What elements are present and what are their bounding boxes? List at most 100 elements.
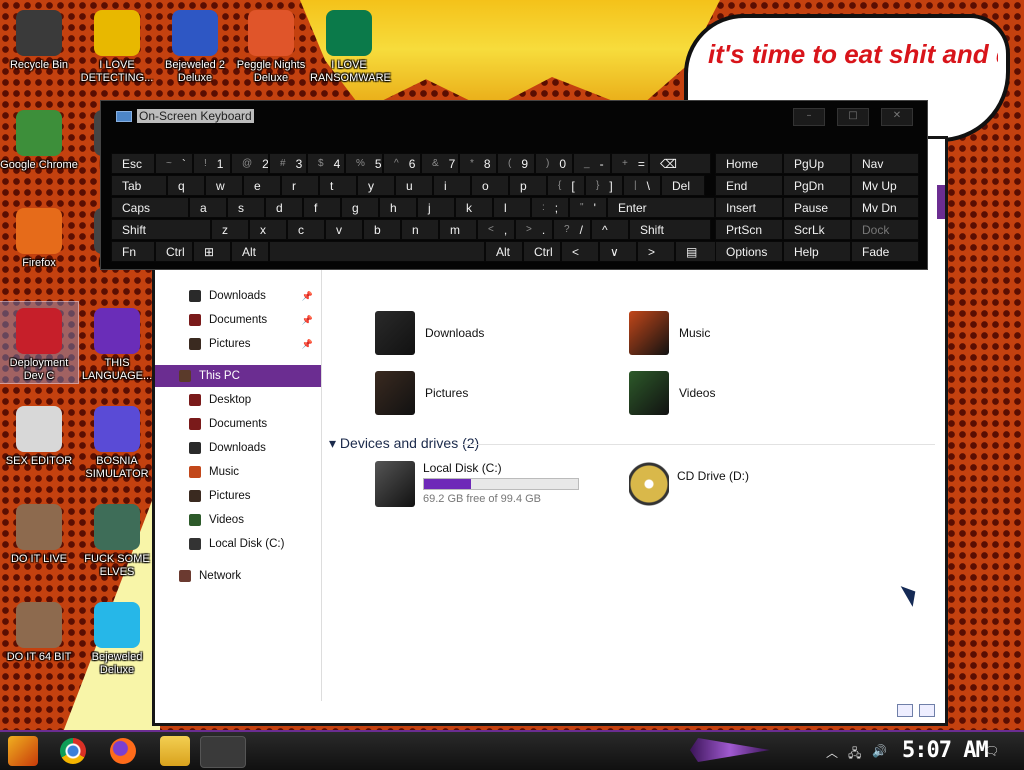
key[interactable]: Enter — [607, 197, 715, 218]
key[interactable]: g — [341, 197, 379, 218]
key[interactable]: $4 — [307, 153, 345, 174]
minimize-button[interactable]: – — [793, 108, 825, 126]
key[interactable]: Home — [715, 153, 783, 174]
key[interactable]: Alt — [485, 241, 523, 262]
key[interactable]: l — [493, 197, 531, 218]
desktop-icon[interactable]: I LOVE DETECTING... — [78, 4, 156, 85]
devices-header[interactable]: ▾ Devices and drives (2) — [329, 435, 479, 452]
key[interactable]: v — [325, 219, 363, 240]
key[interactable]: ? / — [553, 219, 591, 240]
key[interactable]: ScrLk — [783, 219, 851, 240]
key[interactable]: ∨ — [599, 241, 637, 262]
key[interactable]: Esc — [111, 153, 155, 174]
key[interactable]: Mv Up — [851, 175, 919, 196]
key[interactable]: >. — [515, 219, 553, 240]
key[interactable]: Shift — [629, 219, 711, 240]
key[interactable]: Caps — [111, 197, 189, 218]
key[interactable]: k — [455, 197, 493, 218]
nav-item[interactable]: This PC — [155, 365, 321, 387]
key[interactable]: <, — [477, 219, 515, 240]
key[interactable]: m — [439, 219, 477, 240]
key[interactable]: ▤ — [675, 241, 719, 262]
key[interactable]: e — [243, 175, 281, 196]
key[interactable]: o — [471, 175, 509, 196]
folder-item[interactable]: Videos — [629, 371, 715, 415]
drive-d[interactable]: CD Drive (D:) — [629, 461, 749, 507]
key[interactable]: a — [189, 197, 227, 218]
key[interactable]: % 5 — [345, 153, 383, 174]
drive-c[interactable]: Local Disk (C:) 69.2 GB free of 99.4 GB — [375, 461, 579, 507]
key[interactable]: " ' — [569, 197, 607, 218]
collapse-chevron-icon[interactable]: ▾ — [329, 435, 336, 451]
key[interactable]: End — [715, 175, 783, 196]
desktop-icon[interactable]: THIS LANGUAGE... — [78, 302, 156, 383]
key[interactable]: ^ 6 — [383, 153, 421, 174]
start-button[interactable] — [8, 736, 38, 766]
nav-item[interactable]: Local Disk (C:) — [155, 533, 321, 555]
key[interactable]: ^ — [591, 219, 629, 240]
desktop-icon[interactable]: Deployment Dev C — [0, 301, 79, 384]
key[interactable]: f — [303, 197, 341, 218]
key[interactable]: Del — [661, 175, 705, 196]
key[interactable]: * 8 — [459, 153, 497, 174]
key[interactable]: {[ — [547, 175, 585, 196]
details-view-icon[interactable] — [897, 704, 913, 717]
key[interactable]: Tab — [111, 175, 167, 196]
key[interactable]: Fade — [851, 241, 919, 262]
desktop-icon[interactable]: Peggle Nights Deluxe — [232, 4, 310, 85]
large-icons-view-icon[interactable] — [919, 704, 935, 717]
key[interactable]: s — [227, 197, 265, 218]
nav-item[interactable]: Pictures 📌 — [155, 333, 321, 355]
key[interactable]: Alt — [231, 241, 269, 262]
key[interactable]: Help — [783, 241, 851, 262]
maximize-button[interactable]: □ — [837, 108, 869, 126]
key[interactable]: Ctrl — [155, 241, 193, 262]
key[interactable]: c — [287, 219, 325, 240]
key[interactable]: ⊞ — [193, 241, 231, 262]
desktop-icon[interactable]: Recycle Bin — [0, 4, 78, 72]
key[interactable]: y — [357, 175, 395, 196]
key[interactable]: & 7 — [421, 153, 459, 174]
volume-icon[interactable]: 🔊 — [872, 744, 887, 758]
taskbar-osk-icon[interactable] — [200, 736, 246, 768]
key[interactable]: @2 — [231, 153, 269, 174]
key[interactable]: x — [249, 219, 287, 240]
key[interactable]: ~ ` — [155, 153, 193, 174]
clock[interactable]: 5:07 AM — [902, 738, 989, 763]
key[interactable]: b — [363, 219, 401, 240]
nav-item[interactable]: Network — [145, 565, 311, 587]
key[interactable]: ) 0 — [535, 153, 573, 174]
key[interactable]: n — [401, 219, 439, 240]
key[interactable]: ! 1 — [193, 153, 231, 174]
desktop-icon[interactable]: DO IT 64 BIT — [0, 596, 78, 664]
key[interactable]: Insert — [715, 197, 783, 218]
show-hidden-icons-icon[interactable]: ︿ — [826, 744, 838, 761]
nav-item[interactable]: Documents 📌 — [155, 309, 321, 331]
key[interactable]: Shift — [111, 219, 211, 240]
key[interactable]: r — [281, 175, 319, 196]
key[interactable]: p — [509, 175, 547, 196]
nav-item[interactable]: Music — [155, 461, 321, 483]
key[interactable]: > — [637, 241, 675, 262]
nav-item[interactable]: Downloads 📌 — [155, 285, 321, 307]
nav-item[interactable]: Documents — [155, 413, 321, 435]
key[interactable]: < — [561, 241, 599, 262]
key[interactable]: _ - — [573, 153, 611, 174]
key[interactable]: h — [379, 197, 417, 218]
key[interactable]: Mv Dn — [851, 197, 919, 218]
key[interactable]: (9 — [497, 153, 535, 174]
folder-item[interactable]: Music — [629, 311, 710, 355]
nav-item[interactable]: Videos — [155, 509, 321, 531]
desktop-icon[interactable]: Google Chrome — [0, 104, 78, 172]
key[interactable]: Pause — [783, 197, 851, 218]
desktop-icon[interactable]: DO IT LIVE — [0, 498, 78, 566]
key[interactable]: w — [205, 175, 243, 196]
taskbar-file-explorer-icon[interactable] — [160, 736, 190, 766]
key[interactable]: u — [395, 175, 433, 196]
key[interactable]: PgUp — [783, 153, 851, 174]
key[interactable]: Ctrl — [523, 241, 561, 262]
notifications-icon[interactable]: 🗨 — [984, 744, 999, 758]
key[interactable]: Options — [715, 241, 783, 262]
desktop-icon[interactable]: Bejeweled Deluxe — [78, 596, 156, 677]
folder-item[interactable]: Downloads — [375, 311, 484, 355]
